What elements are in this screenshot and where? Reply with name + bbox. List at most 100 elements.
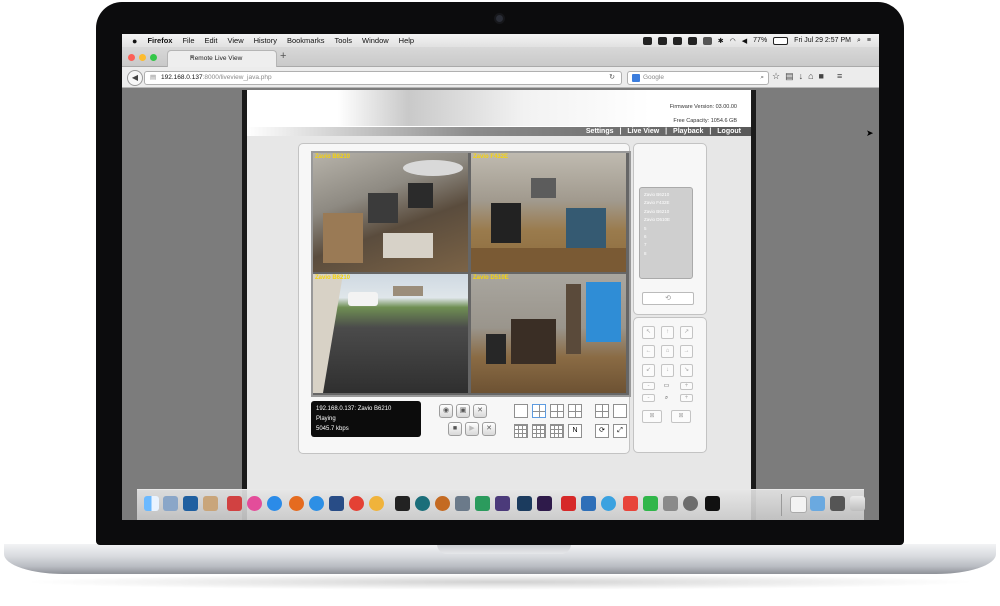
volume-icon[interactable]: ◀ [742, 37, 747, 45]
ptz-up-left-icon[interactable]: ↖ [642, 326, 655, 339]
facetime-icon[interactable] [643, 496, 658, 511]
new-tab-button[interactable]: + [280, 50, 286, 62]
refresh-list-button[interactable]: ⟲ [642, 292, 694, 305]
menu-help[interactable]: Help [399, 36, 414, 45]
reading-list-icon[interactable]: ▤ [785, 71, 794, 82]
firefox-icon[interactable] [289, 496, 304, 511]
camera-list-item[interactable]: Zavio B6210 [644, 208, 688, 216]
app-icon[interactable] [830, 496, 845, 511]
downloads-icon[interactable]: ↓ [799, 71, 804, 82]
terminal-icon[interactable] [395, 496, 410, 511]
chrome-icon[interactable] [349, 496, 364, 511]
tab-remote-live-view[interactable]: Remote Live View × [167, 50, 277, 67]
camera-list-item[interactable]: Zavio B6210 [644, 191, 688, 199]
layout-6-button[interactable] [550, 404, 564, 418]
after-effects-icon[interactable] [537, 496, 552, 511]
wifi-icon[interactable]: ◠ [730, 37, 736, 45]
menu-icon[interactable]: ≡ [837, 71, 842, 82]
nav-logout[interactable]: Logout [717, 128, 741, 135]
photoshop-icon[interactable] [517, 496, 532, 511]
reload-icon[interactable]: ↻ [609, 72, 615, 84]
site-identity-icon[interactable]: ▤ [150, 72, 156, 84]
focus-near-icon[interactable]: - [642, 382, 655, 390]
layout-custom-button[interactable]: N [568, 424, 582, 438]
menu-history[interactable]: History [254, 36, 277, 45]
camera-icon[interactable] [672, 36, 682, 45]
battery-percent[interactable]: 77% [753, 37, 767, 44]
document-icon[interactable] [790, 496, 807, 513]
layout-1-button[interactable] [514, 404, 528, 418]
app-icon[interactable] [663, 496, 678, 511]
layout-4-button[interactable] [532, 404, 546, 418]
menubar-clock[interactable]: Fri Jul 29 2:57 PM [794, 37, 851, 44]
finder-icon[interactable] [144, 496, 159, 511]
layout-16-button[interactable] [550, 424, 564, 438]
layout-prev-button[interactable] [595, 404, 609, 418]
ptz-down-icon[interactable]: ↓ [661, 364, 674, 377]
launchpad-icon[interactable] [455, 496, 470, 511]
photos-icon[interactable] [369, 496, 384, 511]
apple-menu-icon[interactable]: ● [132, 36, 137, 46]
menu-view[interactable]: View [227, 36, 243, 45]
itunes-icon[interactable] [247, 496, 262, 511]
trash-icon[interactable] [850, 496, 865, 511]
menu-tools[interactable]: Tools [334, 36, 352, 45]
camera-view-1[interactable]: Zavio B6210 [313, 153, 468, 272]
close-window-icon[interactable] [128, 54, 135, 61]
folder-icon[interactable] [810, 496, 825, 511]
layout-next-button[interactable] [613, 404, 627, 418]
camera-list-item[interactable]: 5 [644, 225, 688, 233]
stop-button[interactable]: ■ [448, 422, 462, 436]
back-button[interactable]: ◀ [127, 70, 143, 86]
record-button[interactable]: ◉ [439, 404, 453, 418]
layout-13-button[interactable] [532, 424, 546, 438]
camera-view-2[interactable]: Zavio F432E [471, 153, 626, 272]
menu-bookmarks[interactable]: Bookmarks [287, 36, 325, 45]
google-search-icon[interactable] [632, 74, 640, 82]
app-store-icon[interactable] [267, 496, 282, 511]
app-icon[interactable] [183, 496, 198, 511]
menu-file[interactable]: File [182, 36, 194, 45]
nav-live-view[interactable]: Live View [627, 128, 659, 135]
camera-list-item[interactable]: 6 [644, 233, 688, 241]
app-icon[interactable] [163, 496, 178, 511]
focus-far-icon[interactable]: + [680, 382, 693, 390]
fullscreen-button[interactable]: ⤢ [613, 424, 627, 438]
tray-app-icon[interactable] [657, 36, 667, 45]
app-icon[interactable] [601, 496, 616, 511]
url-bar[interactable]: ▤ 192.168.0.137:8000/liveview_java.php ↻ [144, 71, 622, 85]
ptz-down-left-icon[interactable]: ↙ [642, 364, 655, 377]
app-icon[interactable] [227, 496, 242, 511]
sequence-button[interactable]: ⟳ [595, 424, 609, 438]
app-icon[interactable] [623, 496, 638, 511]
nav-playback[interactable]: Playback [673, 128, 703, 135]
bluetooth-icon[interactable]: ✱ [718, 37, 724, 45]
search-icon[interactable]: ⌕ [760, 72, 764, 84]
app-icon[interactable] [203, 496, 218, 511]
snapshot-button[interactable]: ▣ [456, 404, 470, 418]
ptz-preset-left-icon[interactable]: ⊠ [642, 410, 662, 423]
camera-view-4[interactable]: Zavio D510E [471, 274, 626, 393]
tray-app-icon[interactable] [687, 36, 697, 45]
safari-icon[interactable] [309, 496, 324, 511]
camera-list-item[interactable]: 7 [644, 241, 688, 249]
minimize-window-icon[interactable] [139, 54, 146, 61]
ptz-down-right-icon[interactable]: ↘ [680, 364, 693, 377]
app-icon[interactable] [495, 496, 510, 511]
ptz-left-icon[interactable]: ← [642, 345, 655, 358]
menu-edit[interactable]: Edit [205, 36, 218, 45]
app-icon[interactable] [329, 496, 344, 511]
layout-9-button[interactable] [514, 424, 528, 438]
tray-app-icon[interactable] [642, 36, 652, 45]
app-icon[interactable] [415, 496, 430, 511]
app-icon[interactable] [581, 496, 596, 511]
ptz-home-icon[interactable]: ⌂ [661, 345, 674, 358]
camera-list-item[interactable]: 8 [644, 250, 688, 258]
ptz-right-icon[interactable]: → [680, 345, 693, 358]
ptz-preset-right-icon[interactable]: ⊠ [671, 410, 691, 423]
terminal-icon[interactable] [705, 496, 720, 511]
bookmark-star-icon[interactable]: ☆ [772, 71, 780, 82]
tab-close-icon[interactable]: × [190, 54, 270, 61]
layout-8-button[interactable] [568, 404, 582, 418]
camera-list-item[interactable]: Zavio F432E [644, 199, 688, 207]
